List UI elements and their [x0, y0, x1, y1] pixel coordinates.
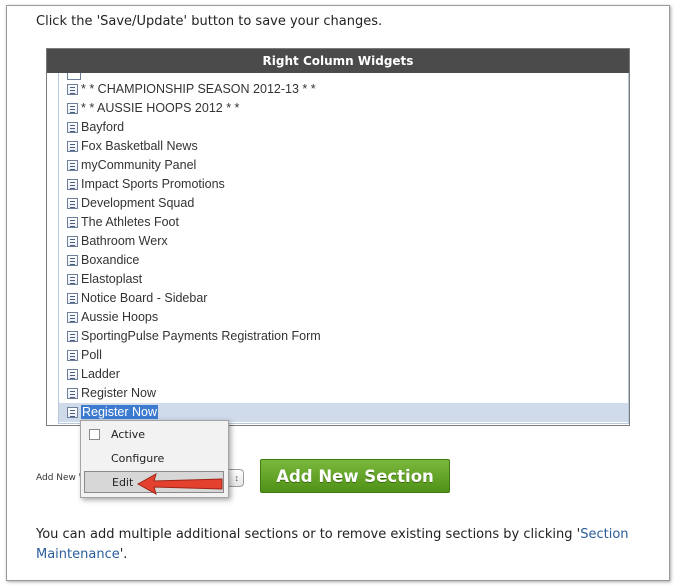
list-item-label: myCommunity Panel: [81, 158, 197, 172]
list-item[interactable]: Aussie Hoops: [59, 308, 628, 327]
list-item-label: * * CHAMPIONSHIP SEASON 2012-13 * *: [81, 82, 316, 96]
list-item[interactable]: Fox Basketball News: [59, 137, 628, 156]
list-item-label: Bathroom Werx: [81, 234, 168, 248]
document-icon: [67, 84, 78, 95]
note-text: You can add multiple additional sections…: [36, 527, 581, 542]
active-checkbox[interactable]: [89, 429, 100, 440]
list-item-label: Elastoplast: [81, 272, 143, 286]
menu-item-configure-label: Configure: [111, 452, 165, 465]
list-item[interactable]: Development Squad: [59, 194, 628, 213]
list-item-label: Notice Board - Sidebar: [81, 291, 208, 305]
list-item-label: Impact Sports Promotions: [81, 177, 225, 191]
list-item[interactable]: * * AUSSIE HOOPS 2012 * *: [59, 99, 628, 118]
list-item-label: Development Squad: [81, 196, 195, 210]
list-item-label: Bayford: [81, 120, 125, 134]
list-item-label: Register Now: [81, 405, 159, 419]
list-item[interactable]: Bathroom Werx: [59, 232, 628, 251]
list-item-label: Ladder: [81, 367, 120, 381]
list-item[interactable]: Elastoplast: [59, 270, 628, 289]
document-icon: [67, 103, 78, 114]
note-text-end: '.: [119, 547, 128, 562]
save-instruction: Click the 'Save/Update' button to save y…: [36, 14, 383, 29]
pointer-arrow-icon: [136, 472, 223, 496]
list-item[interactable]: Ladder: [59, 365, 628, 384]
list-item[interactable]: Poll: [59, 346, 628, 365]
menu-item-active[interactable]: Active: [81, 424, 228, 446]
document-icon: [67, 73, 81, 80]
document-icon: [67, 236, 78, 247]
list-item[interactable]: Boxandice: [59, 251, 628, 270]
list-item-label: Poll: [81, 348, 102, 362]
list-item-label: Aussie Hoops: [81, 310, 159, 324]
menu-item-configure[interactable]: Configure: [81, 448, 228, 470]
document-icon: [67, 160, 78, 171]
section-maintenance-note: You can add multiple additional sections…: [36, 525, 636, 565]
list-item-label: Register Now: [81, 386, 157, 400]
add-new-section-button[interactable]: Add New Section: [260, 459, 450, 493]
document-icon: [67, 198, 78, 209]
document-icon: [67, 179, 78, 190]
list-item[interactable]: Register Now: [59, 384, 628, 403]
list-item[interactable]: myCommunity Panel: [59, 156, 628, 175]
document-icon: [67, 141, 78, 152]
widget-list[interactable]: * * CHAMPIONSHIP SEASON 2012-13 * * * * A…: [58, 73, 629, 424]
list-item-label: Boxandice: [81, 253, 140, 267]
list-item-label: The Athletes Foot: [81, 215, 179, 229]
list-item[interactable]: The Athletes Foot: [59, 213, 628, 232]
list-item[interactable]: Notice Board - Sidebar: [59, 289, 628, 308]
document-icon: [67, 331, 78, 342]
document-icon: [67, 369, 78, 380]
right-column-widgets-panel: Right Column Widgets * * CHAMPIONSHIP SE…: [46, 48, 630, 426]
list-item[interactable]: * * CHAMPIONSHIP SEASON 2012-13 * *: [59, 80, 628, 99]
menu-item-edit-label: Edit: [112, 476, 134, 489]
panel-title: Right Column Widgets: [47, 49, 629, 73]
document-icon: [67, 407, 78, 418]
list-item-label: SportingPulse Payments Registration Form: [81, 329, 321, 343]
document-icon: [67, 350, 78, 361]
menu-item-active-label: Active: [111, 428, 146, 441]
document-icon: [67, 388, 78, 399]
list-item-label: Fox Basketball News: [81, 139, 198, 153]
list-item[interactable]: Bayford: [59, 118, 628, 137]
document-icon: [67, 122, 78, 133]
document-icon: [67, 217, 78, 228]
document-icon: [67, 274, 78, 285]
document-icon: [67, 255, 78, 266]
document-icon: [67, 293, 78, 304]
list-item-label: * * AUSSIE HOOPS 2012 * *: [81, 101, 240, 115]
list-item[interactable]: Impact Sports Promotions: [59, 175, 628, 194]
list-item[interactable]: SportingPulse Payments Registration Form: [59, 327, 628, 346]
document-icon: [67, 312, 78, 323]
